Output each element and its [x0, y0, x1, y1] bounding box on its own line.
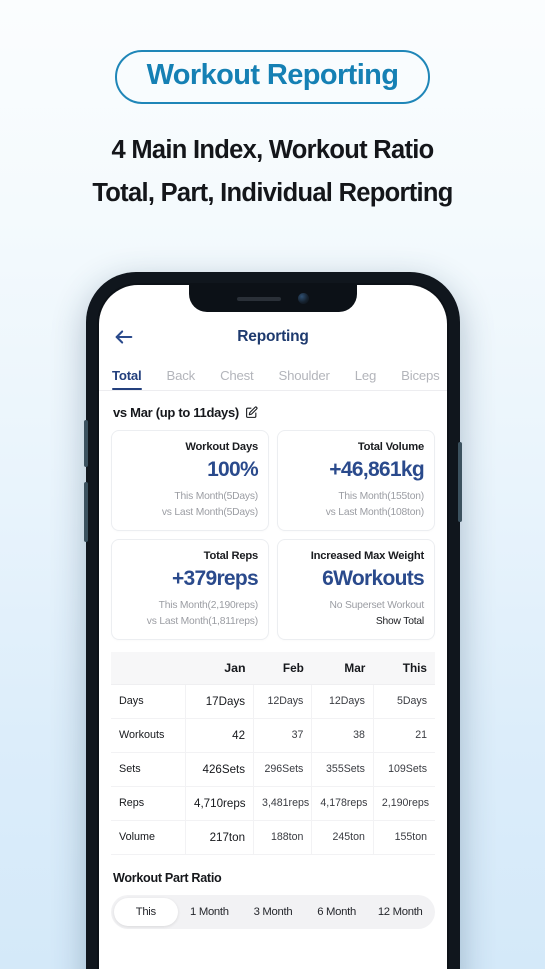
metric-card-total-volume[interactable]: Total Volume +46,861kg This Month(155ton… [277, 430, 435, 531]
workout-part-ratio-title: Workout Part Ratio [113, 870, 222, 885]
metric-card-increased-max-weight[interactable]: Increased Max Weight 6Workouts No Supers… [277, 538, 435, 640]
table-row: Reps 4,710reps 3,481reps 4,178reps 2,190… [111, 786, 435, 821]
tab-leg[interactable]: Leg [355, 368, 377, 390]
table-cell: 17Days [185, 684, 254, 719]
table-cell: 188ton [253, 820, 312, 855]
phone-bezel: Reporting Total Back Chest Shoulder Leg … [97, 283, 449, 969]
table-cell: 155ton [372, 820, 435, 855]
segment-6-month[interactable]: 6 Month [305, 898, 369, 926]
earpiece-speaker-icon [237, 296, 281, 301]
metric-cards: Workout Days 100% This Month(5Days) vs L… [111, 430, 435, 640]
table-cell: 245ton [311, 820, 374, 855]
tab-total[interactable]: Total [112, 368, 142, 390]
tab-shoulder[interactable]: Shoulder [279, 368, 330, 390]
part-ratio-period-selector: This 1 Month 3 Month 6 Month 12 Month [111, 894, 435, 929]
table-cell: 4,178reps [311, 786, 374, 821]
table-cell: 21 [372, 718, 435, 753]
promo-subtitle-line-1: 4 Main Index, Workout Ratio [111, 136, 434, 164]
table-cell: 217ton [185, 820, 254, 855]
table-cell: 296Sets [253, 752, 312, 787]
table-col-header-feb: Feb [253, 651, 312, 685]
category-tabs: Total Back Chest Shoulder Leg Biceps [99, 359, 447, 391]
table-row: Volume 217ton 188ton 245ton 155ton [111, 820, 435, 855]
table-row-label: Reps [111, 786, 186, 821]
table-cell: 109Sets [372, 752, 435, 787]
table-cell: 38 [311, 718, 374, 753]
card-sub-2: vs Last Month(108ton) [325, 506, 424, 518]
edit-square-icon[interactable] [245, 406, 258, 419]
phone-notch [189, 285, 357, 312]
report-content: vs Mar (up to 11days) Workout Days 100% … [99, 405, 447, 929]
show-total-link[interactable]: Show Total [288, 614, 424, 630]
comparison-period-row: vs Mar (up to 11days) [113, 405, 435, 420]
segment-12-month[interactable]: 12 Month [368, 898, 432, 926]
table-row-label: Sets [111, 752, 186, 787]
table-col-header-this: This [373, 651, 435, 685]
segment-this[interactable]: This [114, 897, 178, 926]
card-title: Total Reps [203, 549, 259, 562]
card-value: +46,861kg [329, 458, 424, 481]
table-cell: 4,710reps [185, 786, 254, 821]
tab-back[interactable]: Back [167, 368, 196, 390]
power-button[interactable] [458, 442, 462, 522]
comparison-period-label: vs Mar (up to 11days) [113, 405, 239, 420]
table-row-label: Volume [111, 820, 186, 855]
segment-1-month[interactable]: 1 Month [178, 898, 242, 926]
page-title: Reporting [237, 328, 309, 345]
phone-screen: Reporting Total Back Chest Shoulder Leg … [99, 285, 447, 969]
phone-mockup: Reporting Total Back Chest Shoulder Leg … [84, 272, 462, 969]
table-row-label: Days [111, 684, 186, 719]
card-title: Total Volume [357, 441, 424, 453]
table-row-label: Workouts [111, 718, 186, 753]
table-col-header-jan: Jan [185, 651, 254, 685]
card-value: 100% [207, 458, 259, 481]
promo-header: Workout Reporting 4 Main Index, Workout … [0, 0, 545, 215]
card-sub-1: No Superset Workout [329, 599, 425, 611]
table-col-header-mar: Mar [311, 651, 374, 685]
table-col-header-blank [111, 651, 186, 685]
table-row: Sets 426Sets 296Sets 355Sets 109Sets [111, 752, 435, 787]
promo-subtitle-line-2: Total, Part, Individual Reporting [92, 178, 453, 207]
card-sub-1: This Month(2,190reps) [158, 599, 259, 611]
front-camera-icon [298, 293, 309, 304]
card-title: Increased Max Weight [310, 549, 425, 562]
table-cell: 2,190reps [372, 786, 435, 821]
card-sub-1: This Month(5Days) [174, 491, 258, 502]
table-cell: 42 [185, 718, 254, 753]
card-sub-1: This Month(155ton) [338, 491, 424, 502]
promo-title-badge: Workout Reporting [114, 50, 431, 104]
table-cell: 12Days [311, 684, 374, 719]
table-cell: 3,481reps [253, 786, 312, 821]
card-value: +379reps [171, 566, 259, 590]
promo-title-text: Workout Reporting [146, 59, 399, 91]
tab-chest[interactable]: Chest [220, 368, 254, 390]
metric-card-total-reps[interactable]: Total Reps +379reps This Month(2,190reps… [111, 538, 269, 640]
table-cell: 355Sets [311, 752, 374, 787]
table-cell: 426Sets [185, 752, 254, 787]
volume-up-button[interactable] [84, 420, 88, 467]
table-cell: 12Days [253, 684, 312, 719]
app-bar: Reporting [99, 315, 447, 359]
metric-card-workout-days[interactable]: Workout Days 100% This Month(5Days) vs L… [111, 430, 269, 531]
table-header-row: Jan Feb Mar This [111, 651, 435, 685]
volume-down-button[interactable] [84, 482, 88, 542]
card-sub-2: vs Last Month(1,811reps) [146, 615, 258, 627]
card-title: Workout Days [185, 441, 258, 453]
card-value: 6Workouts [322, 566, 425, 590]
card-sub-2: vs Last Month(5Days) [161, 506, 258, 518]
tab-biceps[interactable]: Biceps [401, 368, 440, 390]
segment-3-month[interactable]: 3 Month [241, 898, 305, 926]
table-cell: 37 [253, 718, 312, 753]
monthly-summary-table: Jan Feb Mar This Days 17Days 12Days 12Da… [111, 651, 435, 855]
table-row: Workouts 42 37 38 21 [111, 718, 435, 753]
table-row: Days 17Days 12Days 12Days 5Days [111, 684, 435, 719]
table-cell: 5Days [372, 684, 435, 719]
promo-subtitle: 4 Main Index, Workout Ratio Total, Part,… [0, 129, 545, 215]
